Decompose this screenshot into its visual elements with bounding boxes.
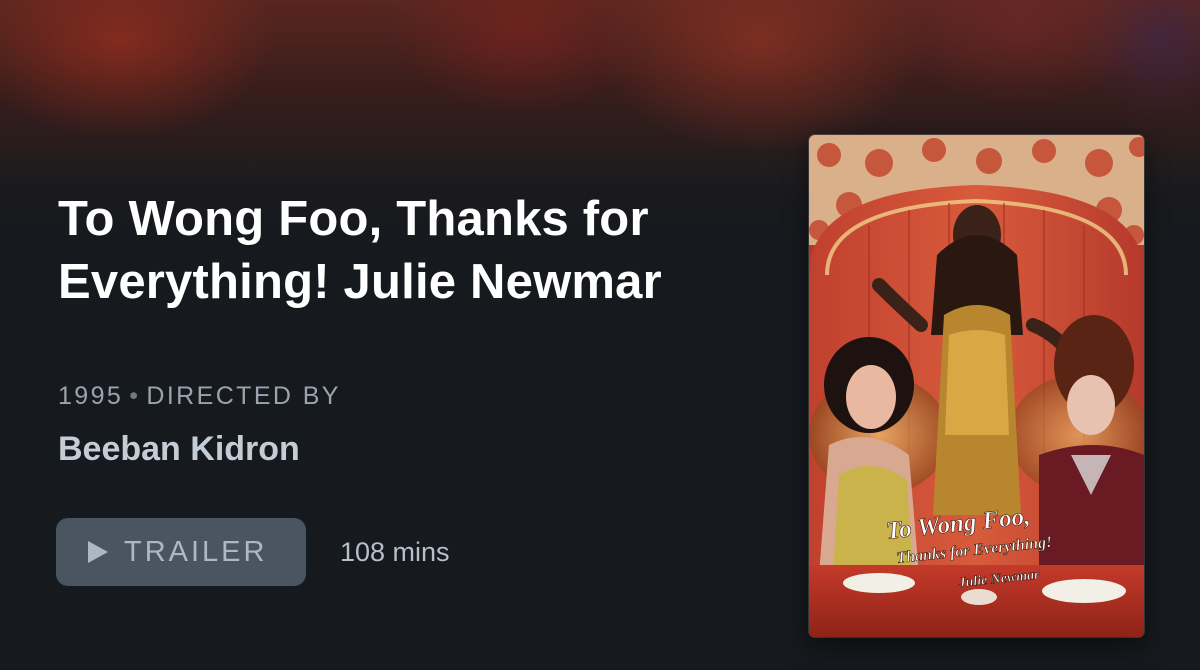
runtime: 108 mins xyxy=(340,537,450,567)
director-name[interactable]: Beeban Kidron xyxy=(58,430,300,469)
play-icon xyxy=(88,541,108,563)
film-title: To Wong Foo, Thanks for Everything! Juli… xyxy=(58,192,662,309)
meta-separator: • xyxy=(129,382,141,410)
film-poster[interactable]: To Wong Foo, Thanks for Everything! Juli… xyxy=(809,135,1144,637)
poster-artwork: To Wong Foo, Thanks for Everything! Juli… xyxy=(809,135,1144,637)
trailer-button-label: TRAILER xyxy=(124,535,268,568)
directed-by-label: DIRECTED BY xyxy=(146,382,341,410)
poster-figure-right xyxy=(1039,315,1144,595)
trailer-button[interactable]: TRAILER xyxy=(56,518,306,586)
film-meta: 1995 • DIRECTED BY xyxy=(58,382,341,411)
release-year[interactable]: 1995 xyxy=(58,382,123,410)
film-detail-page: To Wong Foo, Thanks for Everything! Juli… xyxy=(0,0,1200,670)
